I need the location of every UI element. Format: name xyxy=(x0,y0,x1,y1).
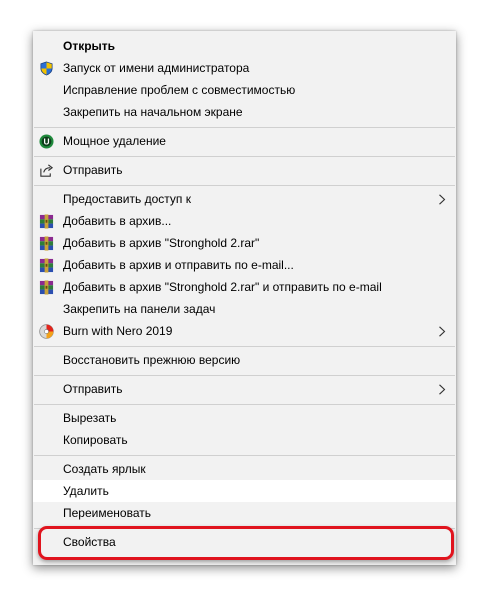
uninstaller-icon: U xyxy=(39,134,54,149)
winrar-icon xyxy=(39,258,54,273)
menu-item-label: Добавить в архив "Stronghold 2.rar" и от… xyxy=(63,280,382,294)
menu-separator xyxy=(34,375,455,376)
menu-item-powerful-uninstall[interactable]: U Мощное удаление xyxy=(33,130,456,152)
menu-item-label: Восстановить прежнюю версию xyxy=(63,353,241,367)
menu-separator xyxy=(34,346,455,347)
menu-separator xyxy=(34,404,455,405)
menu-item-label: Закрепить на панели задач xyxy=(63,302,216,316)
menu-item-label: Копировать xyxy=(63,433,128,447)
menu-item-add-to-named-archive[interactable]: Добавить в архив "Stronghold 2.rar" xyxy=(33,232,456,254)
menu-item-rename[interactable]: Переименовать xyxy=(33,502,456,524)
uac-shield-icon xyxy=(39,61,54,76)
menu-item-label: Свойства xyxy=(63,535,116,549)
menu-item-properties[interactable]: Свойства xyxy=(33,531,456,553)
menu-item-label: Открыть xyxy=(63,39,116,53)
menu-item-cut[interactable]: Вырезать xyxy=(33,407,456,429)
menu-item-label: Добавить в архив и отправить по e-mail..… xyxy=(63,258,294,272)
menu-separator xyxy=(34,185,455,186)
chevron-right-icon xyxy=(439,384,446,395)
menu-item-give-access[interactable]: Предоставить доступ к xyxy=(33,188,456,210)
menu-item-pin-to-taskbar[interactable]: Закрепить на панели задач xyxy=(33,298,456,320)
share-icon xyxy=(39,163,54,178)
chevron-right-icon xyxy=(439,194,446,205)
menu-separator xyxy=(34,156,455,157)
menu-item-label: Burn with Nero 2019 xyxy=(63,324,173,338)
menu-item-label: Запуск от имени администратора xyxy=(63,61,250,75)
menu-item-open[interactable]: Открыть xyxy=(33,35,456,57)
menu-item-pin-to-start[interactable]: Закрепить на начальном экране xyxy=(33,101,456,123)
menu-item-label: Переименовать xyxy=(63,506,151,520)
menu-item-burn-with-nero[interactable]: Burn with Nero 2019 xyxy=(33,320,456,342)
menu-item-create-shortcut[interactable]: Создать ярлык xyxy=(33,458,456,480)
menu-item-add-to-archive[interactable]: Добавить в архив... xyxy=(33,210,456,232)
menu-item-label: Мощное удаление xyxy=(63,134,166,148)
menu-item-label: Вырезать xyxy=(63,411,117,425)
menu-item-copy[interactable]: Копировать xyxy=(33,429,456,451)
menu-separator xyxy=(34,455,455,456)
menu-item-add-to-named-archive-and-email[interactable]: Добавить в архив "Stronghold 2.rar" и от… xyxy=(33,276,456,298)
menu-item-label: Отправить xyxy=(63,163,123,177)
menu-item-label: Предоставить доступ к xyxy=(63,192,191,206)
winrar-icon xyxy=(39,280,54,295)
nero-icon xyxy=(39,324,54,339)
menu-item-label: Создать ярлык xyxy=(63,462,146,476)
menu-item-label: Закрепить на начальном экране xyxy=(63,105,243,119)
menu-item-label: Исправление проблем с совместимостью xyxy=(63,83,296,97)
menu-item-run-as-admin[interactable]: Запуск от имени администратора xyxy=(33,57,456,79)
svg-text:U: U xyxy=(43,137,49,147)
menu-item-restore-previous-version[interactable]: Восстановить прежнюю версию xyxy=(33,349,456,371)
menu-item-share[interactable]: Отправить xyxy=(33,159,456,181)
winrar-icon xyxy=(39,236,54,251)
menu-item-add-to-archive-and-email[interactable]: Добавить в архив и отправить по e-mail..… xyxy=(33,254,456,276)
menu-item-label: Добавить в архив... xyxy=(63,214,172,228)
menu-separator xyxy=(34,127,455,128)
menu-item-label: Удалить xyxy=(63,484,109,498)
menu-item-delete[interactable]: Удалить xyxy=(33,480,456,502)
context-menu: Открыть Запуск от имени администратора И… xyxy=(33,31,456,565)
winrar-icon xyxy=(39,214,54,229)
chevron-right-icon xyxy=(439,326,446,337)
menu-item-label: Добавить в архив "Stronghold 2.rar" xyxy=(63,236,260,250)
menu-separator xyxy=(34,528,455,529)
menu-item-troubleshoot-compat[interactable]: Исправление проблем с совместимостью xyxy=(33,79,456,101)
menu-item-label: Отправить xyxy=(63,382,123,396)
menu-item-send-to[interactable]: Отправить xyxy=(33,378,456,400)
